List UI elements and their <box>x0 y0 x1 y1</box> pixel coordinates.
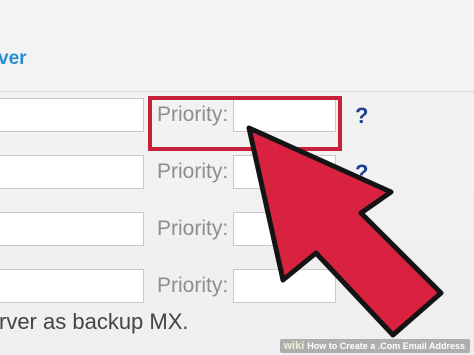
priority-input-3[interactable] <box>233 212 336 246</box>
help-link-3[interactable]: ? <box>355 217 368 243</box>
mx-host-input-2[interactable] <box>0 155 144 189</box>
mx-settings-panel: ver Priority: ? Priority: ? Priority: ? … <box>0 0 474 355</box>
priority-label-3: Priority: <box>157 217 229 240</box>
priority-highlight-box <box>148 96 342 151</box>
mx-row-2: Priority: ? <box>0 155 474 195</box>
priority-input-2[interactable] <box>233 155 336 189</box>
priority-label-2: Priority: <box>157 160 229 183</box>
help-link-2[interactable]: ? <box>355 160 368 186</box>
priority-label-4: Priority: <box>157 274 229 297</box>
watermark-text: How to Create a .Com Email Address <box>307 341 465 351</box>
mx-row-3: Priority: ? <box>0 212 474 252</box>
backup-mx-note: rver as backup MX. <box>0 309 189 334</box>
help-link-4[interactable]: ? <box>355 274 368 300</box>
mx-host-input-4[interactable] <box>0 269 144 303</box>
section-title: ver <box>0 48 27 69</box>
mx-host-input-1[interactable] <box>0 98 144 132</box>
watermark: wiki How to Create a .Com Email Address <box>280 339 470 353</box>
watermark-logo: wiki <box>283 340 305 352</box>
mx-host-input-3[interactable] <box>0 212 144 246</box>
help-link-1[interactable]: ? <box>355 103 368 129</box>
priority-input-4[interactable] <box>233 269 336 303</box>
section-divider <box>0 91 474 92</box>
mx-row-4: Priority: ? <box>0 269 474 309</box>
